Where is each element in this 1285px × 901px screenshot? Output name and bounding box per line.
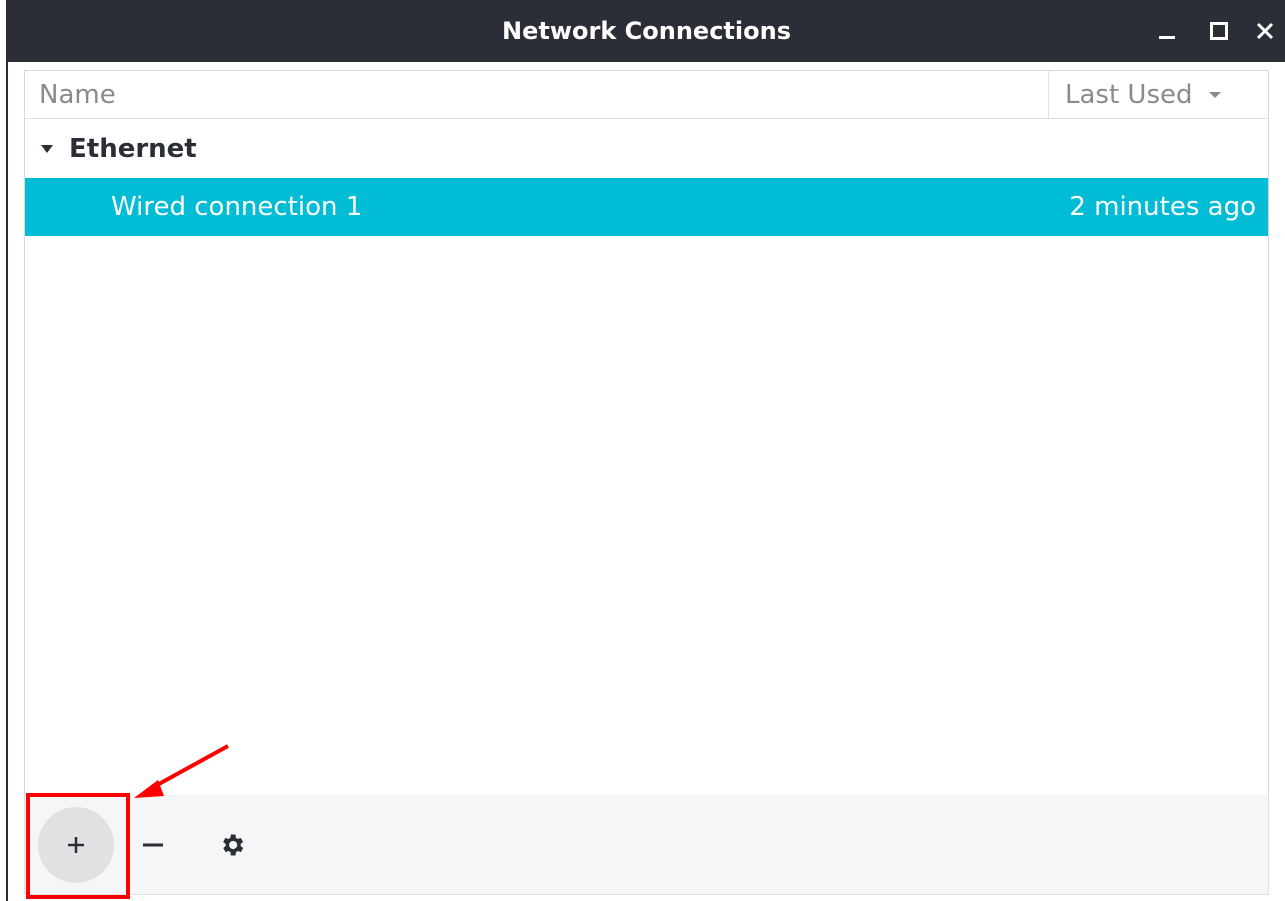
gear-icon <box>223 834 244 856</box>
add-connection-button[interactable] <box>38 807 114 883</box>
connections-list: Name Last Used Ethernet Wired connection <box>24 70 1269 796</box>
network-connections-window: Network Connections Name Last Used Ether… <box>0 0 1285 901</box>
group-label: Ethernet <box>69 134 197 164</box>
remove-icon <box>143 843 163 847</box>
title-bar[interactable]: Network Connections <box>8 0 1285 62</box>
expander-down-icon[interactable] <box>39 143 55 155</box>
edit-connection-button[interactable] <box>194 807 270 883</box>
action-toolbar <box>24 795 1269 895</box>
minimize-icon <box>1159 36 1175 39</box>
connection-last-used: 2 minutes ago <box>1069 192 1256 222</box>
connection-name: Wired connection 1 <box>111 192 363 222</box>
column-header-last-used-label: Last Used <box>1065 80 1193 110</box>
column-header-last-used[interactable]: Last Used <box>1065 71 1223 119</box>
maximize-button[interactable] <box>1202 14 1236 48</box>
group-row-ethernet[interactable]: Ethernet <box>25 121 1268 177</box>
column-separator[interactable] <box>1048 71 1049 119</box>
window-border <box>0 0 8 901</box>
close-button[interactable] <box>1248 14 1282 48</box>
maximize-icon <box>1210 22 1228 40</box>
close-icon <box>1256 22 1274 40</box>
column-header: Name Last Used <box>25 71 1268 119</box>
minimize-button[interactable] <box>1150 14 1184 48</box>
remove-connection-button[interactable] <box>115 807 191 883</box>
add-icon <box>68 837 84 853</box>
sort-descending-icon <box>1207 90 1223 100</box>
window-title: Network Connections <box>502 17 791 45</box>
connection-row[interactable]: Wired connection 1 2 minutes ago <box>25 178 1268 236</box>
column-header-name[interactable]: Name <box>39 71 116 119</box>
